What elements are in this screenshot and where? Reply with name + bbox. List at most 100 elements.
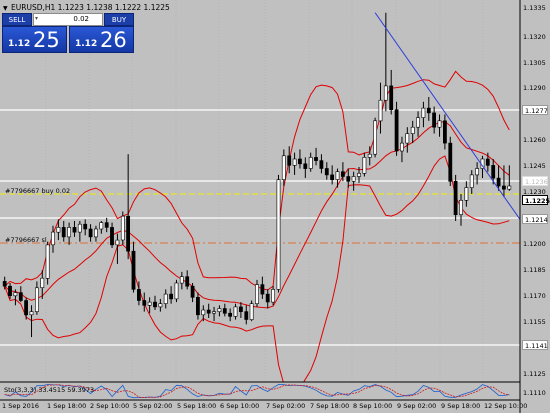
price-tick: 1.1290 [523,84,546,92]
candle-body [72,227,77,233]
candle-body [217,308,222,313]
candle-body [426,107,431,114]
candle-body [367,153,372,158]
price-tick: 1.1125 [523,370,546,378]
order-buy-label[interactable]: #7796667 buy 0.02 [5,187,70,195]
candle-body [120,215,125,241]
candle-body [340,171,345,177]
time-tick: 9 Sep 18:00 [441,402,481,410]
candle-body [507,185,512,190]
candle-body [196,296,200,316]
candle-body [432,112,437,128]
sell-button[interactable]: SELL [2,13,32,26]
buy-price-box[interactable]: 1.12 26 [69,26,134,53]
buy-button[interactable]: BUY [104,13,134,26]
candle-body [147,301,152,306]
time-tick: 12 Sep 10:00 [484,402,528,410]
sell-price-box[interactable]: 1.12 25 [2,26,67,53]
candle-body [260,284,265,295]
candle-body [281,155,286,180]
time-tick: 1 Sep 2016 [2,402,40,410]
current-price-tag: 1.1225 [522,195,550,205]
candle-body [324,168,329,176]
candle-body [394,109,399,152]
collapse-triangle-icon[interactable]: ▼ [3,5,8,12]
time-tick: 1 Sep 18:00 [47,402,87,410]
candle-body [99,222,104,230]
level-tag-low: 1.1141 [522,340,548,350]
candle-body [308,157,313,169]
price-tick: 1.1185 [523,266,546,274]
candle-body [335,171,340,180]
candle-body [448,142,453,182]
price-tick: 1.1260 [523,136,546,144]
candle-body [459,200,463,215]
candle-body [228,312,233,317]
candle-body [410,126,415,134]
level-tag-mid: 1.1214 [522,214,548,224]
candle-body [442,120,447,144]
candle-body [206,309,211,314]
candle-body [201,309,206,316]
candle-body [297,158,302,165]
candle-body [77,223,82,233]
candle-body [491,165,496,179]
candle-body [13,292,18,297]
candle-body [265,293,270,303]
candle-body [110,227,114,246]
ohlc-values: 1.1223 1.1238 1.1222 1.1225 [57,3,170,12]
time-tick: 2 Sep 10:00 [90,402,130,410]
candle-body [287,155,292,166]
candle-body [469,174,474,188]
candle-body [61,227,66,238]
candle-body [378,99,383,122]
price-tick: 1.1200 [523,240,546,248]
candle-body [314,157,318,161]
candle-body [362,157,367,174]
candle-body [383,85,388,101]
candle-body [185,276,190,287]
candle-body [485,158,490,166]
candle-body [153,301,157,308]
candle-body [346,176,351,182]
price-tick: 1.1155 [523,318,546,326]
candle-body [190,285,195,298]
candle-body [83,223,88,230]
lot-size-input[interactable]: 0.02 [33,13,103,26]
time-tick: 5 Sep 02:00 [133,402,173,410]
price-tick: 1.1110 [523,389,546,397]
candle-body [40,277,45,289]
candle-body [405,133,410,144]
price-chart[interactable] [0,0,550,413]
candle-body [2,281,7,287]
lot-spinner-icon[interactable]: ▾ [35,15,38,22]
candle-body [88,228,93,238]
candle-body [126,215,131,252]
candle-body [389,85,394,111]
one-click-trading-panel: SELL 0.02 ▾ BUY 1.12 25 1.12 26 [2,13,134,53]
candle-body [496,177,501,187]
candle-body [233,306,238,317]
candle-body [51,231,55,246]
candle-body [437,120,442,128]
candle-body [271,289,276,303]
candle-body [174,282,179,300]
candle-body [453,181,458,216]
price-tick: 1.1305 [523,59,546,67]
level-tag-faint: 1.1236 [522,176,548,186]
candle-body [421,107,426,118]
candle-body [357,173,361,177]
time-tick: 8 Sep 10:00 [353,402,393,410]
level-tag-high: 1.1277 [522,105,548,115]
candle-body [330,174,335,180]
candle-body [137,289,141,301]
order-sl-label[interactable]: #7796667 sl [5,236,47,244]
time-tick: 7 Sep 02:00 [266,402,306,410]
buy-price-prefix: 1.12 [75,39,98,49]
candle-body [67,227,72,238]
candle-body [131,250,136,290]
candle-body [56,227,61,233]
candle-body [142,300,147,306]
candle-body [115,239,120,246]
candle-body [45,244,50,279]
